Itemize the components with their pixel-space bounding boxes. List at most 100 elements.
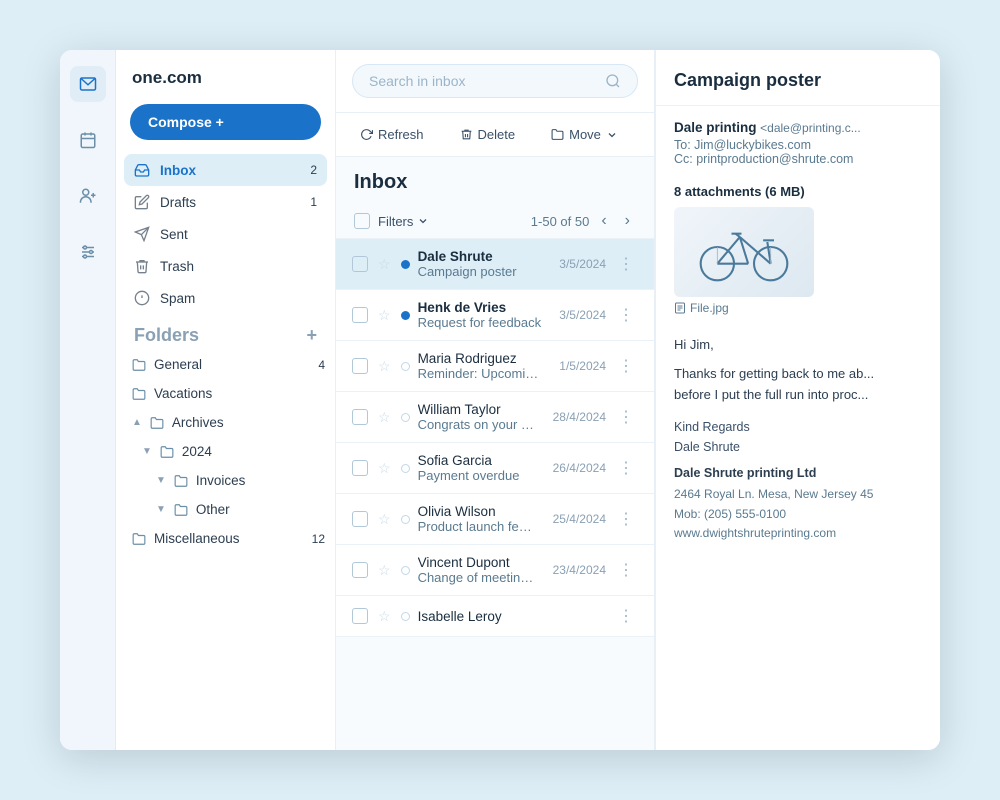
search-input-wrap[interactable] xyxy=(352,64,638,98)
mail-nav-icon[interactable] xyxy=(70,66,106,102)
email-row-3[interactable]: ☆ Maria Rodriguez Reminder: Upcoming dea… xyxy=(336,341,654,392)
sidebar-item-drafts[interactable]: Drafts 1 xyxy=(124,186,327,218)
unread-dot-6 xyxy=(401,515,410,524)
sidebar-item-inbox[interactable]: Inbox 2 xyxy=(124,154,327,186)
toolbar: Refresh Delete Move xyxy=(336,113,654,157)
email-checkbox-4[interactable] xyxy=(352,409,368,425)
folder-other[interactable]: ▼ Other xyxy=(116,495,335,524)
email-checkbox-8[interactable] xyxy=(352,608,368,624)
email-star-1[interactable]: ☆ xyxy=(378,256,391,273)
email-row-2[interactable]: ☆ Henk de Vries Request for feedback 3/5… xyxy=(336,290,654,341)
body-greeting: Hi Jim, xyxy=(674,335,922,356)
sidebar-item-trash[interactable]: Trash xyxy=(124,250,327,282)
email-content-1: Dale Shrute Campaign poster xyxy=(418,249,544,279)
sidebar-item-sent[interactable]: Sent xyxy=(124,218,327,250)
mark-unread-button[interactable]: Mark as unread xyxy=(644,121,655,148)
next-page-button[interactable]: › xyxy=(619,210,636,232)
email-star-6[interactable]: ☆ xyxy=(378,511,391,528)
sig-name: Dale Shrute xyxy=(674,437,922,457)
email-more-4[interactable]: ⋮ xyxy=(614,407,638,427)
email-more-8[interactable]: ⋮ xyxy=(614,606,638,626)
folder-archives-label: Archives xyxy=(172,415,224,430)
email-subject-6: Product launch feedback xyxy=(418,519,537,534)
email-star-8[interactable]: ☆ xyxy=(378,608,391,625)
email-checkbox-1[interactable] xyxy=(352,256,368,272)
email-more-5[interactable]: ⋮ xyxy=(614,458,638,478)
add-folder-button[interactable]: + xyxy=(306,326,317,344)
email-star-5[interactable]: ☆ xyxy=(378,460,391,477)
drafts-badge: 1 xyxy=(310,195,317,209)
folder-misc-badge: 12 xyxy=(312,532,325,546)
calendar-nav-icon[interactable] xyxy=(70,122,106,158)
inbox-badge: 2 xyxy=(310,163,317,177)
email-sender-2: Henk de Vries xyxy=(418,300,544,315)
folders-label: Folders xyxy=(134,326,199,344)
unread-dot-1 xyxy=(401,260,410,269)
email-subject-5: Payment overdue xyxy=(418,468,537,483)
email-subject-4: Congrats on your new role xyxy=(418,417,537,432)
filters-button[interactable]: Filters xyxy=(378,214,429,229)
email-checkbox-5[interactable] xyxy=(352,460,368,476)
sig-company: Dale Shrute printing Ltd xyxy=(674,463,922,483)
email-star-4[interactable]: ☆ xyxy=(378,409,391,426)
email-checkbox-3[interactable] xyxy=(352,358,368,374)
sidebar-item-spam[interactable]: Spam xyxy=(124,282,327,314)
folder-2024[interactable]: ▼ 2024 xyxy=(116,437,335,466)
email-checkbox-6[interactable] xyxy=(352,511,368,527)
email-more-6[interactable]: ⋮ xyxy=(614,509,638,529)
detail-from: Dale printing <dale@printing.c... To: Ji… xyxy=(656,106,940,172)
email-row-1[interactable]: ☆ Dale Shrute Campaign poster 3/5/2024 ⋮ xyxy=(336,239,654,290)
email-row-8[interactable]: ☆ Isabelle Leroy ⋮ xyxy=(336,596,654,637)
email-row-7[interactable]: ☆ Vincent Dupont Change of meeting time … xyxy=(336,545,654,596)
folder-vacations[interactable]: Vacations xyxy=(116,379,335,408)
search-input[interactable] xyxy=(369,73,595,89)
email-content-4: William Taylor Congrats on your new role xyxy=(418,402,537,432)
refresh-button[interactable]: Refresh xyxy=(350,121,434,148)
body-line2: before I put the full run into proc... xyxy=(674,385,922,406)
folder-miscellaneous[interactable]: Miscellaneous 12 xyxy=(116,524,335,553)
compose-button[interactable]: Compose + xyxy=(130,104,321,140)
email-row-5[interactable]: ☆ Sofia Garcia Payment overdue 26/4/2024… xyxy=(336,443,654,494)
prev-page-button[interactable]: ‹ xyxy=(595,210,612,232)
email-row-4[interactable]: ☆ William Taylor Congrats on your new ro… xyxy=(336,392,654,443)
delete-button[interactable]: Delete xyxy=(450,121,526,148)
detail-title: Campaign poster xyxy=(656,50,940,106)
inbox-title: Inbox xyxy=(354,171,636,194)
email-subject-3: Reminder: Upcoming deadline xyxy=(418,366,544,381)
email-sender-7: Vincent Dupont xyxy=(418,555,537,570)
move-button[interactable]: Move xyxy=(541,121,628,148)
folder-miscellaneous-label: Miscellaneous xyxy=(154,531,240,546)
move-icon xyxy=(551,128,564,141)
email-more-7[interactable]: ⋮ xyxy=(614,560,638,580)
email-more-3[interactable]: ⋮ xyxy=(614,356,638,376)
email-content-8: Isabelle Leroy xyxy=(418,609,590,624)
email-checkbox-2[interactable] xyxy=(352,307,368,323)
email-more-1[interactable]: ⋮ xyxy=(614,254,638,274)
refresh-icon xyxy=(360,128,373,141)
contacts-nav-icon[interactable] xyxy=(70,178,106,214)
unread-dot-7 xyxy=(401,566,410,575)
email-star-7[interactable]: ☆ xyxy=(378,562,391,579)
email-star-2[interactable]: ☆ xyxy=(378,307,391,324)
folder-archives[interactable]: ▲ Archives xyxy=(116,408,335,437)
detail-from-name: Dale printing xyxy=(674,120,757,135)
email-list: ☆ Dale Shrute Campaign poster 3/5/2024 ⋮… xyxy=(336,239,654,750)
attachment-label: File.jpg xyxy=(674,301,922,315)
unread-dot-5 xyxy=(401,464,410,473)
email-row-6[interactable]: ☆ Olivia Wilson Product launch feedback … xyxy=(336,494,654,545)
email-more-2[interactable]: ⋮ xyxy=(614,305,638,325)
email-sender-8: Isabelle Leroy xyxy=(418,609,590,624)
email-star-3[interactable]: ☆ xyxy=(378,358,391,375)
folder-invoices[interactable]: ▼ Invoices xyxy=(116,466,335,495)
app-logo: one.com xyxy=(116,50,335,98)
email-content-6: Olivia Wilson Product launch feedback xyxy=(418,504,537,534)
attachment-thumbnail[interactable] xyxy=(674,207,814,297)
email-date-4: 28/4/2024 xyxy=(553,410,606,424)
email-checkbox-7[interactable] xyxy=(352,562,368,578)
folder-general[interactable]: General 4 xyxy=(116,350,335,379)
body-regards: Kind Regards Dale Shrute xyxy=(674,417,922,457)
settings-nav-icon[interactable] xyxy=(70,234,106,270)
select-all-checkbox[interactable] xyxy=(354,213,370,229)
search-icon xyxy=(605,73,621,89)
app-window: one.com Compose + Inbox 2 Drafts 1 xyxy=(60,50,940,750)
